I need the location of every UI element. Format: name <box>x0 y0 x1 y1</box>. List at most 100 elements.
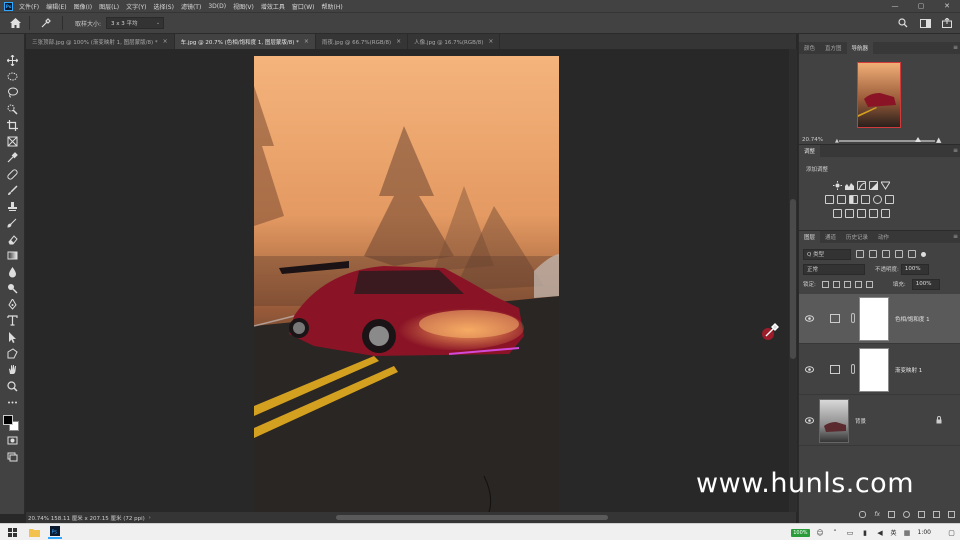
document-canvas[interactable] <box>254 56 559 512</box>
menu-type[interactable]: 文字(Y) <box>126 2 146 11</box>
photo-filter-icon[interactable] <box>861 195 870 204</box>
visibility-eye-icon[interactable] <box>805 366 814 373</box>
gradient-map-icon[interactable] <box>881 209 890 218</box>
maximize-button[interactable]: ▢ <box>908 0 934 12</box>
marquee-tool-icon[interactable] <box>0 68 25 84</box>
threshold-icon[interactable] <box>857 209 866 218</box>
scrollbar-thumb[interactable] <box>790 199 796 359</box>
link-layers-icon[interactable] <box>859 510 867 518</box>
zoom-in-icon[interactable]: ▲ <box>936 136 941 144</box>
file-explorer-icon[interactable] <box>27 525 41 539</box>
filter-smart-object-icon[interactable] <box>908 250 916 258</box>
doc-tab-4[interactable]: 人像.jpg @ 16.7%(RGB/8) × <box>408 34 501 49</box>
crop-tool-icon[interactable] <box>0 117 25 133</box>
menu-help[interactable]: 帮助(H) <box>322 2 343 11</box>
menu-plugins[interactable]: 增效工具 <box>261 2 285 11</box>
close-icon[interactable]: × <box>396 38 401 45</box>
workspace-icon[interactable] <box>918 16 932 30</box>
layer-row[interactable]: 色相/饱和度 1 <box>799 294 960 344</box>
quick-mask-icon[interactable] <box>0 433 25 449</box>
clock[interactable]: 1:00 <box>918 529 931 536</box>
blur-tool-icon[interactable] <box>0 264 25 280</box>
zoom-slider-knob[interactable] <box>914 137 921 142</box>
visibility-eye-icon[interactable] <box>805 315 814 322</box>
curves-icon[interactable] <box>857 181 867 191</box>
opacity-input[interactable]: 100% <box>900 263 929 275</box>
chevron-up-icon[interactable]: ˄ <box>831 528 840 537</box>
selective-color-icon[interactable] <box>869 209 878 218</box>
blend-mode-select[interactable]: 正常 <box>803 263 865 275</box>
close-button[interactable]: ✕ <box>934 0 960 12</box>
filter-shape-icon[interactable] <box>895 250 903 258</box>
keyboard-icon[interactable]: ▦ <box>903 528 912 537</box>
vibrance-icon[interactable] <box>880 181 891 190</box>
horizontal-scrollbar-thumb[interactable] <box>336 515 608 520</box>
canvas-area[interactable] <box>26 49 788 512</box>
layer-filter-kind-select[interactable]: Q 类型 <box>803 248 851 260</box>
posterize-icon[interactable] <box>845 209 854 218</box>
eraser-tool-icon[interactable] <box>0 231 25 247</box>
menu-file[interactable]: 文件(F) <box>19 2 39 11</box>
eyedropper-tool-icon[interactable] <box>0 150 25 166</box>
lock-icon[interactable] <box>936 416 942 424</box>
menu-window[interactable]: 窗口(W) <box>292 2 315 11</box>
tab-histogram[interactable]: 直方图 <box>820 42 847 54</box>
battery-indicator[interactable]: 100% <box>791 528 810 537</box>
layer-row[interactable]: 背景 <box>799 396 960 446</box>
move-tool-icon[interactable] <box>0 52 25 68</box>
home-icon[interactable] <box>7 15 23 31</box>
filter-pixel-icon[interactable] <box>856 250 864 258</box>
menu-view[interactable]: 视图(V) <box>233 2 254 11</box>
layer-mask-thumbnail[interactable] <box>859 297 889 341</box>
new-group-icon[interactable] <box>918 510 925 518</box>
layer-name[interactable]: 背景 <box>855 417 866 425</box>
type-tool-icon[interactable] <box>0 313 25 329</box>
fx-icon[interactable]: fx <box>874 511 880 518</box>
menu-select[interactable]: 选择(S) <box>153 2 174 11</box>
gradient-tool-icon[interactable] <box>0 248 25 264</box>
doc-tab-3[interactable]: 雨夜.jpg @ 66.7%(RGB/8) × <box>315 34 409 49</box>
pen-tool-icon[interactable] <box>0 296 25 312</box>
tab-actions[interactable]: 动作 <box>873 231 894 243</box>
healing-brush-tool-icon[interactable] <box>0 166 25 182</box>
visibility-eye-icon[interactable] <box>805 417 814 424</box>
lock-artboard-icon[interactable] <box>854 280 862 288</box>
layer-row[interactable]: 渐变映射 1 <box>799 345 960 395</box>
panel-menu-icon[interactable]: ≡ <box>953 44 958 51</box>
new-layer-icon[interactable] <box>933 510 940 518</box>
levels-icon[interactable] <box>845 181 854 190</box>
lock-all-icon[interactable] <box>865 280 873 288</box>
path-selection-tool-icon[interactable] <box>0 329 25 345</box>
screen-mode-icon[interactable] <box>0 449 25 465</box>
volume-icon[interactable]: ◀ <box>876 528 885 537</box>
lock-image-pixels-icon[interactable] <box>832 280 840 288</box>
layer-thumbnail[interactable] <box>819 399 849 443</box>
clone-stamp-tool-icon[interactable] <box>0 199 25 215</box>
lock-position-icon[interactable] <box>843 280 851 288</box>
color-swatches[interactable] <box>0 411 24 433</box>
ime-indicator[interactable]: 英 <box>891 528 897 537</box>
network-icon[interactable]: ▭ <box>846 528 855 537</box>
vertical-scrollbar[interactable] <box>789 49 797 512</box>
menu-filter[interactable]: 滤镜(T) <box>181 2 201 11</box>
frame-tool-icon[interactable] <box>0 133 25 149</box>
zoom-tool-icon[interactable] <box>0 378 25 394</box>
tab-adjustments[interactable]: 调整 <box>799 145 821 157</box>
lasso-tool-icon[interactable] <box>0 85 25 101</box>
brush-tool-icon[interactable] <box>0 182 25 198</box>
hue-saturation-icon[interactable] <box>825 195 834 204</box>
filter-adjustment-icon[interactable] <box>869 250 877 258</box>
delete-layer-icon[interactable] <box>948 510 955 518</box>
sample-size-select[interactable]: 3 x 3 平均 ⌄ <box>106 17 165 29</box>
search-icon[interactable] <box>896 16 910 30</box>
hand-tool-icon[interactable] <box>0 362 25 378</box>
navigator-thumbnail[interactable] <box>857 62 901 128</box>
add-mask-icon[interactable] <box>888 510 895 518</box>
filter-toggle-icon[interactable] <box>921 251 926 257</box>
shape-tool-icon[interactable] <box>0 345 25 361</box>
lock-transparent-pixels-icon[interactable] <box>821 280 829 288</box>
brightness-contrast-icon[interactable] <box>833 181 842 190</box>
layer-name[interactable]: 色相/饱和度 1 <box>895 315 930 323</box>
minimize-button[interactable]: — <box>882 0 908 12</box>
more-tools-icon[interactable] <box>0 394 25 410</box>
